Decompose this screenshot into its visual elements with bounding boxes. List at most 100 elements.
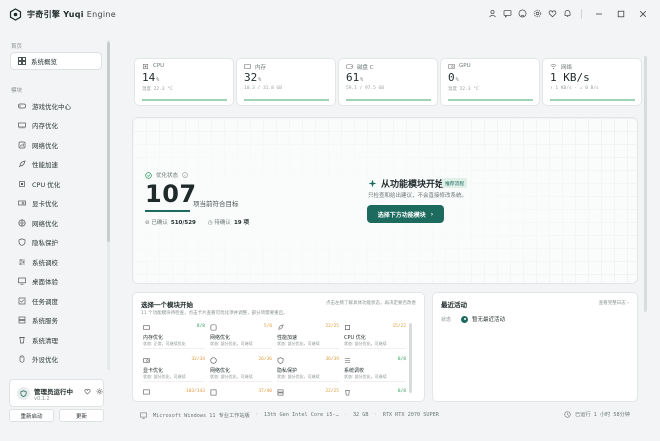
- cpu-icon: [345, 325, 350, 330]
- score-value: 107: [145, 180, 197, 208]
- module-count: 26/36: [258, 357, 272, 362]
- network-icon: [18, 141, 26, 149]
- metric-value: 1 KB/s: [550, 71, 591, 84]
- metric-unit: %: [360, 77, 364, 83]
- maximize-button[interactable]: [610, 6, 632, 21]
- metric-bar-fill: [142, 99, 227, 101]
- module-count: 5/8: [263, 324, 272, 329]
- restart-button[interactable]: 重新启动: [9, 409, 54, 422]
- mouse-icon: [19, 355, 25, 363]
- shield-icon: [20, 390, 27, 397]
- metric-sub: ↑ 1 KB/s · ↓ 0 B/s: [550, 86, 599, 91]
- minimize-icon: [596, 13, 602, 14]
- module-divider: [210, 381, 272, 382]
- module-name: 内存优化: [143, 335, 164, 341]
- sidebar-item-tuning[interactable]: 系统调校: [10, 252, 102, 272]
- sidebar-item-overview[interactable]: 系统概览: [10, 52, 102, 70]
- footer-ram: 32 GB: [352, 412, 369, 418]
- footer-gpu: RTX RTX 2070 SUPER: [382, 412, 439, 418]
- activity-log-link[interactable]: 查看完整日志 ›: [599, 300, 629, 306]
- sidebar-item-label: 性能加速: [32, 161, 58, 170]
- module-card[interactable]: 22/25: [277, 389, 339, 401]
- module-card[interactable]: 15/22 CPU 优化 状态: 部分优化，可继续: [344, 324, 406, 352]
- module-card[interactable]: 5/8 网络优化 状态: 部分优化，可继续: [210, 324, 272, 352]
- activity-title: 最近活动: [441, 301, 467, 309]
- sidebar-item-label: 系统概览: [31, 58, 57, 66]
- sidebar-item-game[interactable]: 游戏优化中心: [10, 96, 102, 116]
- footer-os: Microsoft Windows 11 专业工作站版: [153, 412, 250, 419]
- sidebar-item-network[interactable]: 网络优化: [10, 135, 102, 155]
- main-scrollbar[interactable]: [644, 56, 647, 312]
- metric-value: 32%: [244, 71, 261, 84]
- module-divider: [344, 348, 406, 349]
- module-card[interactable]: 36/39 隐私保护 状态: 部分优化，可继续: [277, 357, 339, 385]
- cpu-icon: [143, 64, 148, 69]
- pending-value: 19 项: [233, 220, 250, 226]
- sidebar-item-performance[interactable]: 性能加速: [10, 155, 102, 175]
- heart-icon[interactable]: [545, 6, 560, 21]
- metric-number: 1 KB/s: [550, 71, 590, 84]
- metric-card-network: 网络 1 KB/s ↑ 1 KB/s · ↓ 0 B/s: [542, 58, 642, 106]
- module-name: CPU 优化: [344, 335, 366, 341]
- sliders-icon: [344, 358, 351, 363]
- sidebar-item-peripherals[interactable]: 外设优化: [10, 350, 102, 370]
- uptime-text: 已运行 1 小时 58分钟: [574, 412, 630, 418]
- module-card[interactable]: 8/8 内存优化 状态: 正常，可继续优化: [143, 324, 205, 352]
- bell-icon[interactable]: [560, 6, 575, 21]
- github-icon[interactable]: [515, 6, 530, 21]
- heart-icon[interactable]: [84, 388, 91, 395]
- user-icon[interactable]: [485, 6, 500, 21]
- memory-icon: [244, 64, 251, 69]
- metric-bar: [346, 99, 431, 101]
- info-icon[interactable]: [182, 172, 188, 178]
- module-desc: 状态: 部分优化，可继续: [277, 341, 320, 346]
- sidebar-item-label: 显卡优化: [32, 200, 58, 209]
- module-card[interactable]: 8/8 系统调校 状态: 部分优化，可继续: [344, 357, 406, 385]
- sidebar-item-label: 游戏优化中心: [32, 102, 71, 111]
- module-divider: [277, 381, 339, 382]
- module-card[interactable]: 37/40: [210, 389, 272, 401]
- sidebar-item-services[interactable]: 系统服务: [10, 311, 102, 331]
- module-name: 性能加速: [277, 335, 298, 341]
- settings-icon[interactable]: [530, 6, 545, 21]
- cta-title: 从功能模块开始: [368, 177, 444, 190]
- metric-number: 61: [346, 71, 360, 84]
- sidebar-item-label: 系统调校: [32, 258, 58, 267]
- module-card[interactable]: 26/36 网络优化 状态: 部分优化，可继续: [210, 357, 272, 385]
- sidebar-item-desktop[interactable]: 桌面体验: [10, 272, 102, 292]
- module-desc: 状态: 部分优化，可继续: [210, 341, 253, 346]
- score-status-label: 优化状态: [156, 173, 179, 179]
- sidebar-item-gpu[interactable]: 显卡优化: [10, 194, 102, 214]
- module-desc: 状态: 部分优化，可继续: [344, 341, 387, 346]
- settings-icon[interactable]: [96, 388, 103, 395]
- metric-card-gpu: GPU 0% 温度 22.3 °C: [440, 58, 540, 106]
- metric-label: 磁盘 C: [357, 65, 374, 71]
- modules-panel: 选择一个模块开始 11 个功能模块待检查，点击卡片查看可优化项并调整，部分项需要…: [132, 292, 425, 402]
- sidebar-item-privacy[interactable]: 隐私保护: [10, 233, 102, 253]
- metric-sub: 温度 22.3 °C: [142, 87, 173, 92]
- module-card[interactable]: 22/25 性能加速 状态: 部分优化，可继续: [277, 324, 339, 352]
- sidebar-item-web[interactable]: 网络优化: [10, 213, 102, 233]
- sidebar-section-overview: 首页: [11, 44, 23, 50]
- sidebar-scrollbar[interactable]: [107, 42, 110, 242]
- metric-bar-fill: [244, 99, 329, 101]
- sidebar-item-label: CPU 优化: [32, 180, 61, 189]
- modules-scrollbar[interactable]: [409, 323, 412, 393]
- shield-icon: [18, 238, 26, 247]
- close-button[interactable]: [632, 6, 654, 21]
- module-card[interactable]: 8/8: [344, 389, 406, 401]
- chat-icon[interactable]: [500, 6, 515, 21]
- system-info-footer: Microsoft Windows 11 专业工作站版 · 13th Gen I…: [132, 406, 638, 424]
- minimize-button[interactable]: [588, 6, 610, 21]
- sidebar-item-cpu[interactable]: CPU 优化: [10, 174, 102, 194]
- sidebar-item-memory[interactable]: 内存优化: [10, 116, 102, 136]
- monitor-icon: [18, 277, 26, 285]
- update-button[interactable]: 更新: [59, 409, 104, 422]
- sidebar-item-tasks[interactable]: 任务调度: [10, 291, 102, 311]
- module-card[interactable]: 32/34 显卡优化 状态: 部分优化，可继续: [143, 357, 205, 385]
- choose-module-button[interactable]: 选择下方功能模块 ›: [367, 205, 444, 223]
- sidebar-item-cleanup[interactable]: 系统清理: [10, 330, 102, 350]
- titlebar-divider: [581, 8, 582, 19]
- module-card[interactable]: 103/143: [143, 389, 205, 401]
- sidebar-item-label: 网络优化: [32, 219, 58, 228]
